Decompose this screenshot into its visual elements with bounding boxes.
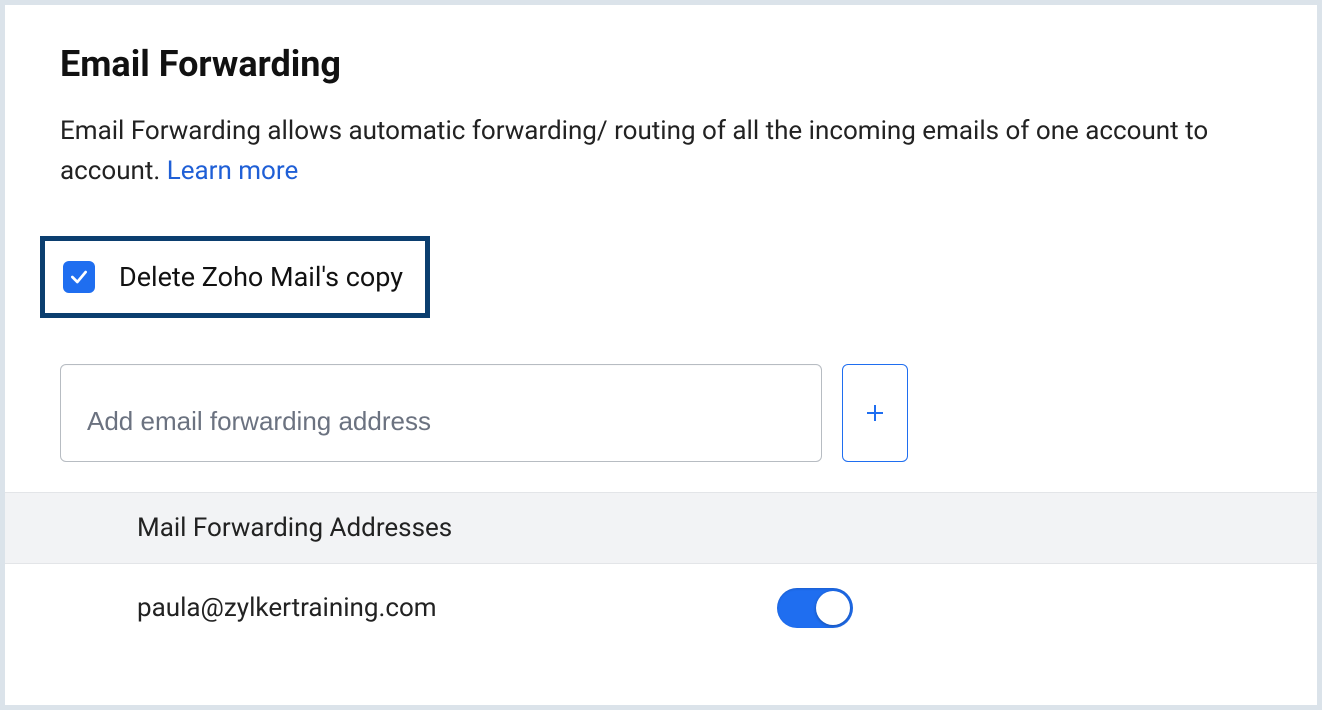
delete-copy-checkbox[interactable] xyxy=(63,261,95,293)
table-row: paula@zylkertraining.com xyxy=(5,564,1317,652)
forwarding-toggle[interactable] xyxy=(777,588,853,628)
add-address-button[interactable] xyxy=(842,364,908,462)
check-icon xyxy=(69,267,89,287)
toggle-knob xyxy=(816,591,850,625)
learn-more-link[interactable]: Learn more xyxy=(167,156,299,186)
email-forwarding-panel: Email Forwarding Email Forwarding allows… xyxy=(5,5,1317,705)
forwarding-address-input[interactable] xyxy=(60,364,822,462)
page-title: Email Forwarding xyxy=(60,43,1262,85)
delete-copy-option[interactable]: Delete Zoho Mail's copy xyxy=(40,236,430,318)
addresses-table-header: Mail Forwarding Addresses xyxy=(5,492,1317,564)
page-description: Email Forwarding allows automatic forwar… xyxy=(60,111,1262,192)
delete-copy-label: Delete Zoho Mail's copy xyxy=(119,261,403,293)
plus-icon xyxy=(863,401,887,425)
forwarding-address-value: paula@zylkertraining.com xyxy=(137,593,777,623)
